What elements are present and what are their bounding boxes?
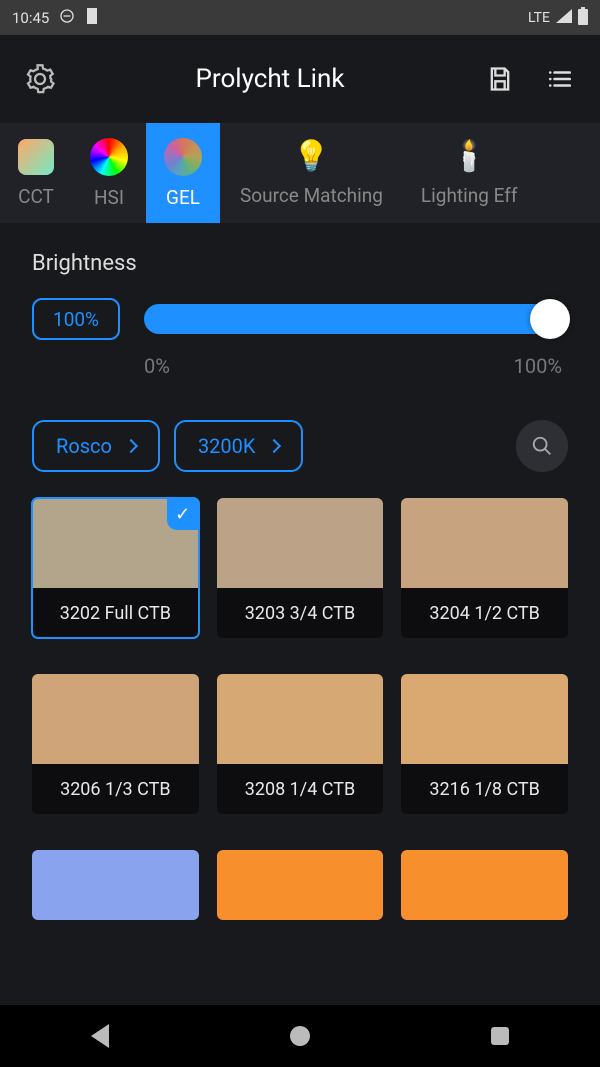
- slider-min: 0%: [144, 354, 170, 378]
- battery-icon: [578, 7, 588, 29]
- list-icon: [546, 66, 574, 92]
- gel-label: 3216 1/8 CTB: [401, 764, 568, 814]
- gel-grid: [32, 850, 568, 920]
- tab-label: GEL: [166, 186, 200, 209]
- gel-card[interactable]: 3216 1/8 CTB: [401, 674, 568, 814]
- network-label: LTE: [528, 10, 550, 26]
- gel-label: 3202 Full CTB: [32, 588, 199, 638]
- slider-legend: 0% 100%: [32, 354, 568, 378]
- gel-swatch: [401, 850, 568, 920]
- slider-max: 100%: [514, 354, 562, 378]
- list-button[interactable]: [544, 63, 576, 95]
- gel-swatch: [217, 674, 384, 764]
- gel-swatch: [32, 674, 199, 764]
- brand-label: Rosco: [56, 434, 112, 458]
- status-left: 10:45: [12, 8, 99, 28]
- chevron-right-icon: [267, 439, 281, 453]
- signal-icon: [556, 9, 572, 27]
- gel-card[interactable]: 3203 3/4 CTB: [217, 498, 384, 638]
- search-button[interactable]: [516, 420, 568, 472]
- gel-grid: ✓ 3202 Full CTB 3203 3/4 CTB 3204 1/2 CT…: [32, 498, 568, 638]
- tab-label: Source Matching: [240, 184, 383, 207]
- gel-card[interactable]: [217, 850, 384, 920]
- gel-card[interactable]: [32, 850, 199, 920]
- search-icon: [531, 435, 553, 457]
- cct-filter[interactable]: 3200K: [174, 420, 304, 472]
- tab-source-matching[interactable]: 💡 Source Matching: [220, 123, 403, 223]
- brightness-control: 100%: [32, 298, 568, 340]
- slider-thumb[interactable]: [530, 299, 570, 339]
- status-bar: 10:45 LTE: [0, 0, 600, 35]
- recents-button[interactable]: [491, 1027, 509, 1045]
- tab-label: HSI: [94, 186, 124, 209]
- check-icon: ✓: [167, 498, 199, 530]
- candle-icon: 🕯️: [451, 139, 488, 174]
- filter-row: Rosco 3200K: [32, 420, 568, 472]
- tab-gel[interactable]: GEL: [146, 123, 220, 223]
- gel-swatch: [217, 498, 384, 588]
- gel-card[interactable]: 3208 1/4 CTB: [217, 674, 384, 814]
- page-title: Prolycht Link: [56, 64, 484, 94]
- gel-icon: [164, 138, 202, 176]
- app-header: Prolycht Link: [0, 35, 600, 123]
- save-icon: [486, 65, 514, 93]
- tab-hsi[interactable]: HSI: [72, 123, 146, 223]
- main-content: Brightness 100% 0% 100% Rosco 3200K ✓ 32…: [0, 223, 600, 920]
- lamp-icon: 💡: [293, 139, 330, 174]
- gel-grid: 3206 1/3 CTB 3208 1/4 CTB 3216 1/8 CTB: [32, 674, 568, 814]
- gel-card[interactable]: 3206 1/3 CTB: [32, 674, 199, 814]
- brand-filter[interactable]: Rosco: [32, 420, 160, 472]
- gel-card[interactable]: [401, 850, 568, 920]
- hsi-icon: [90, 138, 128, 176]
- gel-swatch: [401, 674, 568, 764]
- cct-label: 3200K: [198, 434, 256, 458]
- status-time: 10:45: [12, 9, 49, 27]
- gel-label: 3203 3/4 CTB: [217, 588, 384, 638]
- settings-button[interactable]: [24, 63, 56, 95]
- gear-icon: [25, 64, 55, 94]
- tab-cct[interactable]: CCT: [0, 123, 72, 223]
- gel-label: 3204 1/2 CTB: [401, 588, 568, 638]
- save-button[interactable]: [484, 63, 516, 95]
- dnd-icon: [59, 8, 75, 28]
- brightness-value[interactable]: 100%: [32, 298, 120, 340]
- sd-icon: [85, 8, 99, 28]
- chevron-right-icon: [124, 439, 138, 453]
- tab-label: CCT: [18, 185, 54, 208]
- gel-label: 3208 1/4 CTB: [217, 764, 384, 814]
- gel-card[interactable]: 3204 1/2 CTB: [401, 498, 568, 638]
- status-right: LTE: [528, 7, 588, 29]
- gel-card[interactable]: ✓ 3202 Full CTB: [32, 498, 199, 638]
- gel-swatch: [217, 850, 384, 920]
- gel-label: 3206 1/3 CTB: [32, 764, 199, 814]
- cct-icon: [18, 139, 54, 175]
- tab-lighting-effects[interactable]: 🕯️ Lighting Eff: [403, 123, 536, 223]
- back-button[interactable]: [91, 1024, 109, 1048]
- mode-tabs: CCT HSI GEL 💡 Source Matching 🕯️ Lightin…: [0, 123, 600, 223]
- home-button[interactable]: [290, 1026, 310, 1046]
- gel-swatch: [401, 498, 568, 588]
- system-nav: [0, 1005, 600, 1067]
- gel-swatch: [32, 850, 199, 920]
- brightness-label: Brightness: [32, 251, 568, 276]
- brightness-slider[interactable]: [144, 304, 568, 334]
- tab-label: Lighting Eff: [421, 184, 518, 207]
